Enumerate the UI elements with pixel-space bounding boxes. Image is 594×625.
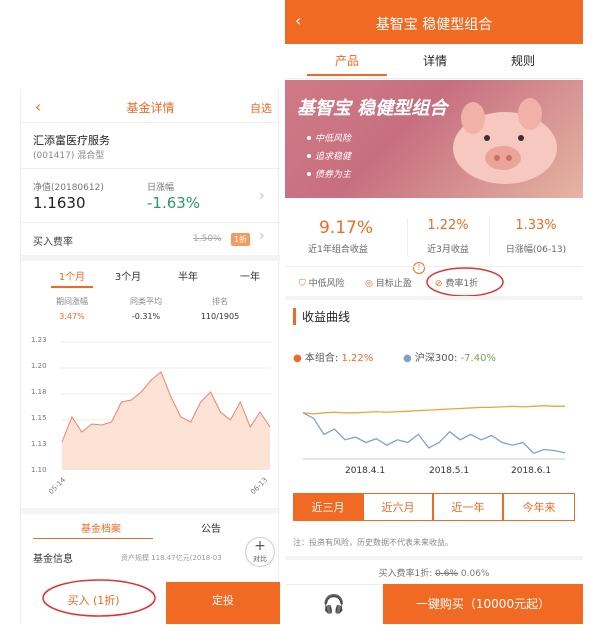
return-value: 9.17%: [318, 218, 373, 238]
y-tick: 1.18: [31, 388, 47, 396]
period-tab[interactable]: 一年: [229, 268, 271, 283]
tab-underline: [307, 74, 387, 76]
left-screen: ‹ 基金详情 自选 汇添富医疗服务 (001417) 混合型 净值(201806…: [20, 90, 280, 624]
y-tick: 1.20: [31, 362, 47, 370]
return-line-chart: [303, 405, 565, 460]
tab[interactable]: 产品: [307, 52, 387, 69]
fee-old: 1.50%: [193, 234, 222, 244]
tab-archive[interactable]: 基金档案: [51, 520, 151, 535]
fund-code: (001417) 混合型: [33, 151, 105, 161]
watchlist-button[interactable]: 自选: [250, 100, 272, 116]
headset-icon[interactable]: 🎧: [285, 584, 383, 624]
highlight-circle: [42, 579, 156, 617]
one-key-buy-button[interactable]: 一键购买（10000元起）: [383, 584, 583, 624]
x-tick: 2018.5.1: [429, 466, 470, 476]
page-title: 基智宝 稳健型组合: [375, 17, 493, 33]
stat-header: 期间涨幅: [56, 297, 88, 306]
range-button[interactable]: 近三月: [293, 493, 363, 521]
y-tick: 1.10: [31, 466, 47, 474]
tab[interactable]: 规则: [483, 52, 563, 69]
range-button[interactable]: 今年来: [503, 493, 575, 521]
period-tab[interactable]: 3个月: [107, 268, 149, 283]
plus-icon: +: [254, 538, 266, 554]
area-fill: [62, 372, 270, 470]
series-bench-line: [303, 412, 565, 455]
banner-bullet: 中低风险: [315, 134, 352, 144]
y-tick: 1.23: [31, 336, 47, 344]
range-button[interactable]: 近六月: [363, 493, 433, 521]
y-tick: 1.13: [31, 440, 47, 448]
return-label: 近1年组合收益: [308, 245, 368, 255]
stat-value: -0.31%: [131, 312, 161, 321]
info-icon[interactable]: !: [413, 262, 425, 274]
period-tab[interactable]: 半年: [167, 268, 209, 283]
shield-icon: ⛉: [299, 279, 306, 289]
series-mine-line: [303, 405, 565, 415]
stat-header: 排名: [212, 297, 228, 306]
return-value: 1.33%: [515, 218, 557, 233]
left-header: ‹ 基金详情 自选: [21, 90, 280, 122]
left-bottom-bar: 买入 (1折) 定投: [21, 579, 280, 624]
right-screen: ‹ 基智宝 稳健型组合 产品 详情 规则 基智宝 稳健型组合 中低风险 追求稳健 债…: [285, 0, 583, 624]
stat-value: 3.47%: [59, 312, 85, 321]
x-tick: 2018.6.1: [511, 466, 552, 476]
right-header: ‹ 基智宝 稳健型组合: [285, 0, 583, 44]
right-bottom-bar: 🎧 一键购买（10000元起）: [285, 584, 583, 624]
tab-notice[interactable]: 公告: [181, 520, 241, 535]
compare-button[interactable]: + 对比: [245, 537, 275, 567]
nav-value: 1.1630: [33, 194, 86, 212]
x-tick-end: 06-13: [249, 475, 270, 497]
compare-label: 对比: [253, 555, 267, 563]
archive-underline: [33, 538, 153, 539]
info-label: 基金信息: [33, 554, 73, 565]
page-title: 基金详情: [126, 101, 175, 115]
period-tab[interactable]: 1个月: [51, 268, 93, 283]
stat-value: 110/1905: [200, 312, 240, 321]
section-title: 收益曲线: [293, 308, 350, 325]
tag-risk: ⛉ 中低风险: [299, 279, 345, 289]
legend-bench: ● 沪深300: -7.40%: [403, 353, 496, 364]
nav-label: 净值(20180612): [33, 183, 104, 193]
y-tick: 1.15: [31, 414, 47, 422]
change-value: -1.63%: [147, 194, 201, 212]
return-value: 1.22%: [427, 218, 469, 233]
fixed-invest-button[interactable]: 定投: [166, 582, 280, 624]
change-label: 日涨幅: [147, 183, 175, 193]
fee-bar: 买入费率1折: 0.6% 0.06%: [378, 569, 490, 579]
target-icon: ◎: [365, 279, 373, 289]
banner-bullet: 追求稳健: [315, 152, 352, 162]
fee-discount-badge: 1折: [231, 233, 251, 246]
banner-bullet: 债券为主: [315, 170, 352, 180]
chevron-right-icon[interactable]: ›: [259, 228, 265, 244]
highlight-circle: [426, 267, 504, 297]
range-button[interactable]: 近一年: [433, 493, 503, 521]
legend-mine: ● 本组合: 1.22%: [293, 353, 374, 364]
tab[interactable]: 详情: [395, 52, 475, 69]
stat-header: 同类平均: [130, 297, 162, 306]
fund-name: 汇添富医疗服务: [33, 134, 110, 147]
return-label: 日涨幅(06-13): [505, 245, 567, 255]
nav-area-chart: [61, 341, 271, 470]
tag-target: ◎ 目标止盈: [365, 279, 412, 289]
return-label: 近3月收益: [427, 245, 469, 255]
x-tick-start: 05-14: [47, 475, 68, 497]
pig-illustration: [453, 98, 557, 184]
info-detail: 资产规模 118.47亿元(2018-03: [121, 554, 222, 562]
x-tick: 2018.4.1: [345, 466, 386, 476]
period-underline: [51, 286, 93, 288]
fee-label: 买入费率: [33, 237, 73, 248]
chevron-right-icon[interactable]: ›: [259, 188, 265, 204]
product-banner: 基智宝 稳健型组合 中低风险 追求稳健 债券为主: [285, 80, 583, 198]
risk-note: 注：投资有风险，历史数据不代表未来收益。: [293, 538, 453, 547]
